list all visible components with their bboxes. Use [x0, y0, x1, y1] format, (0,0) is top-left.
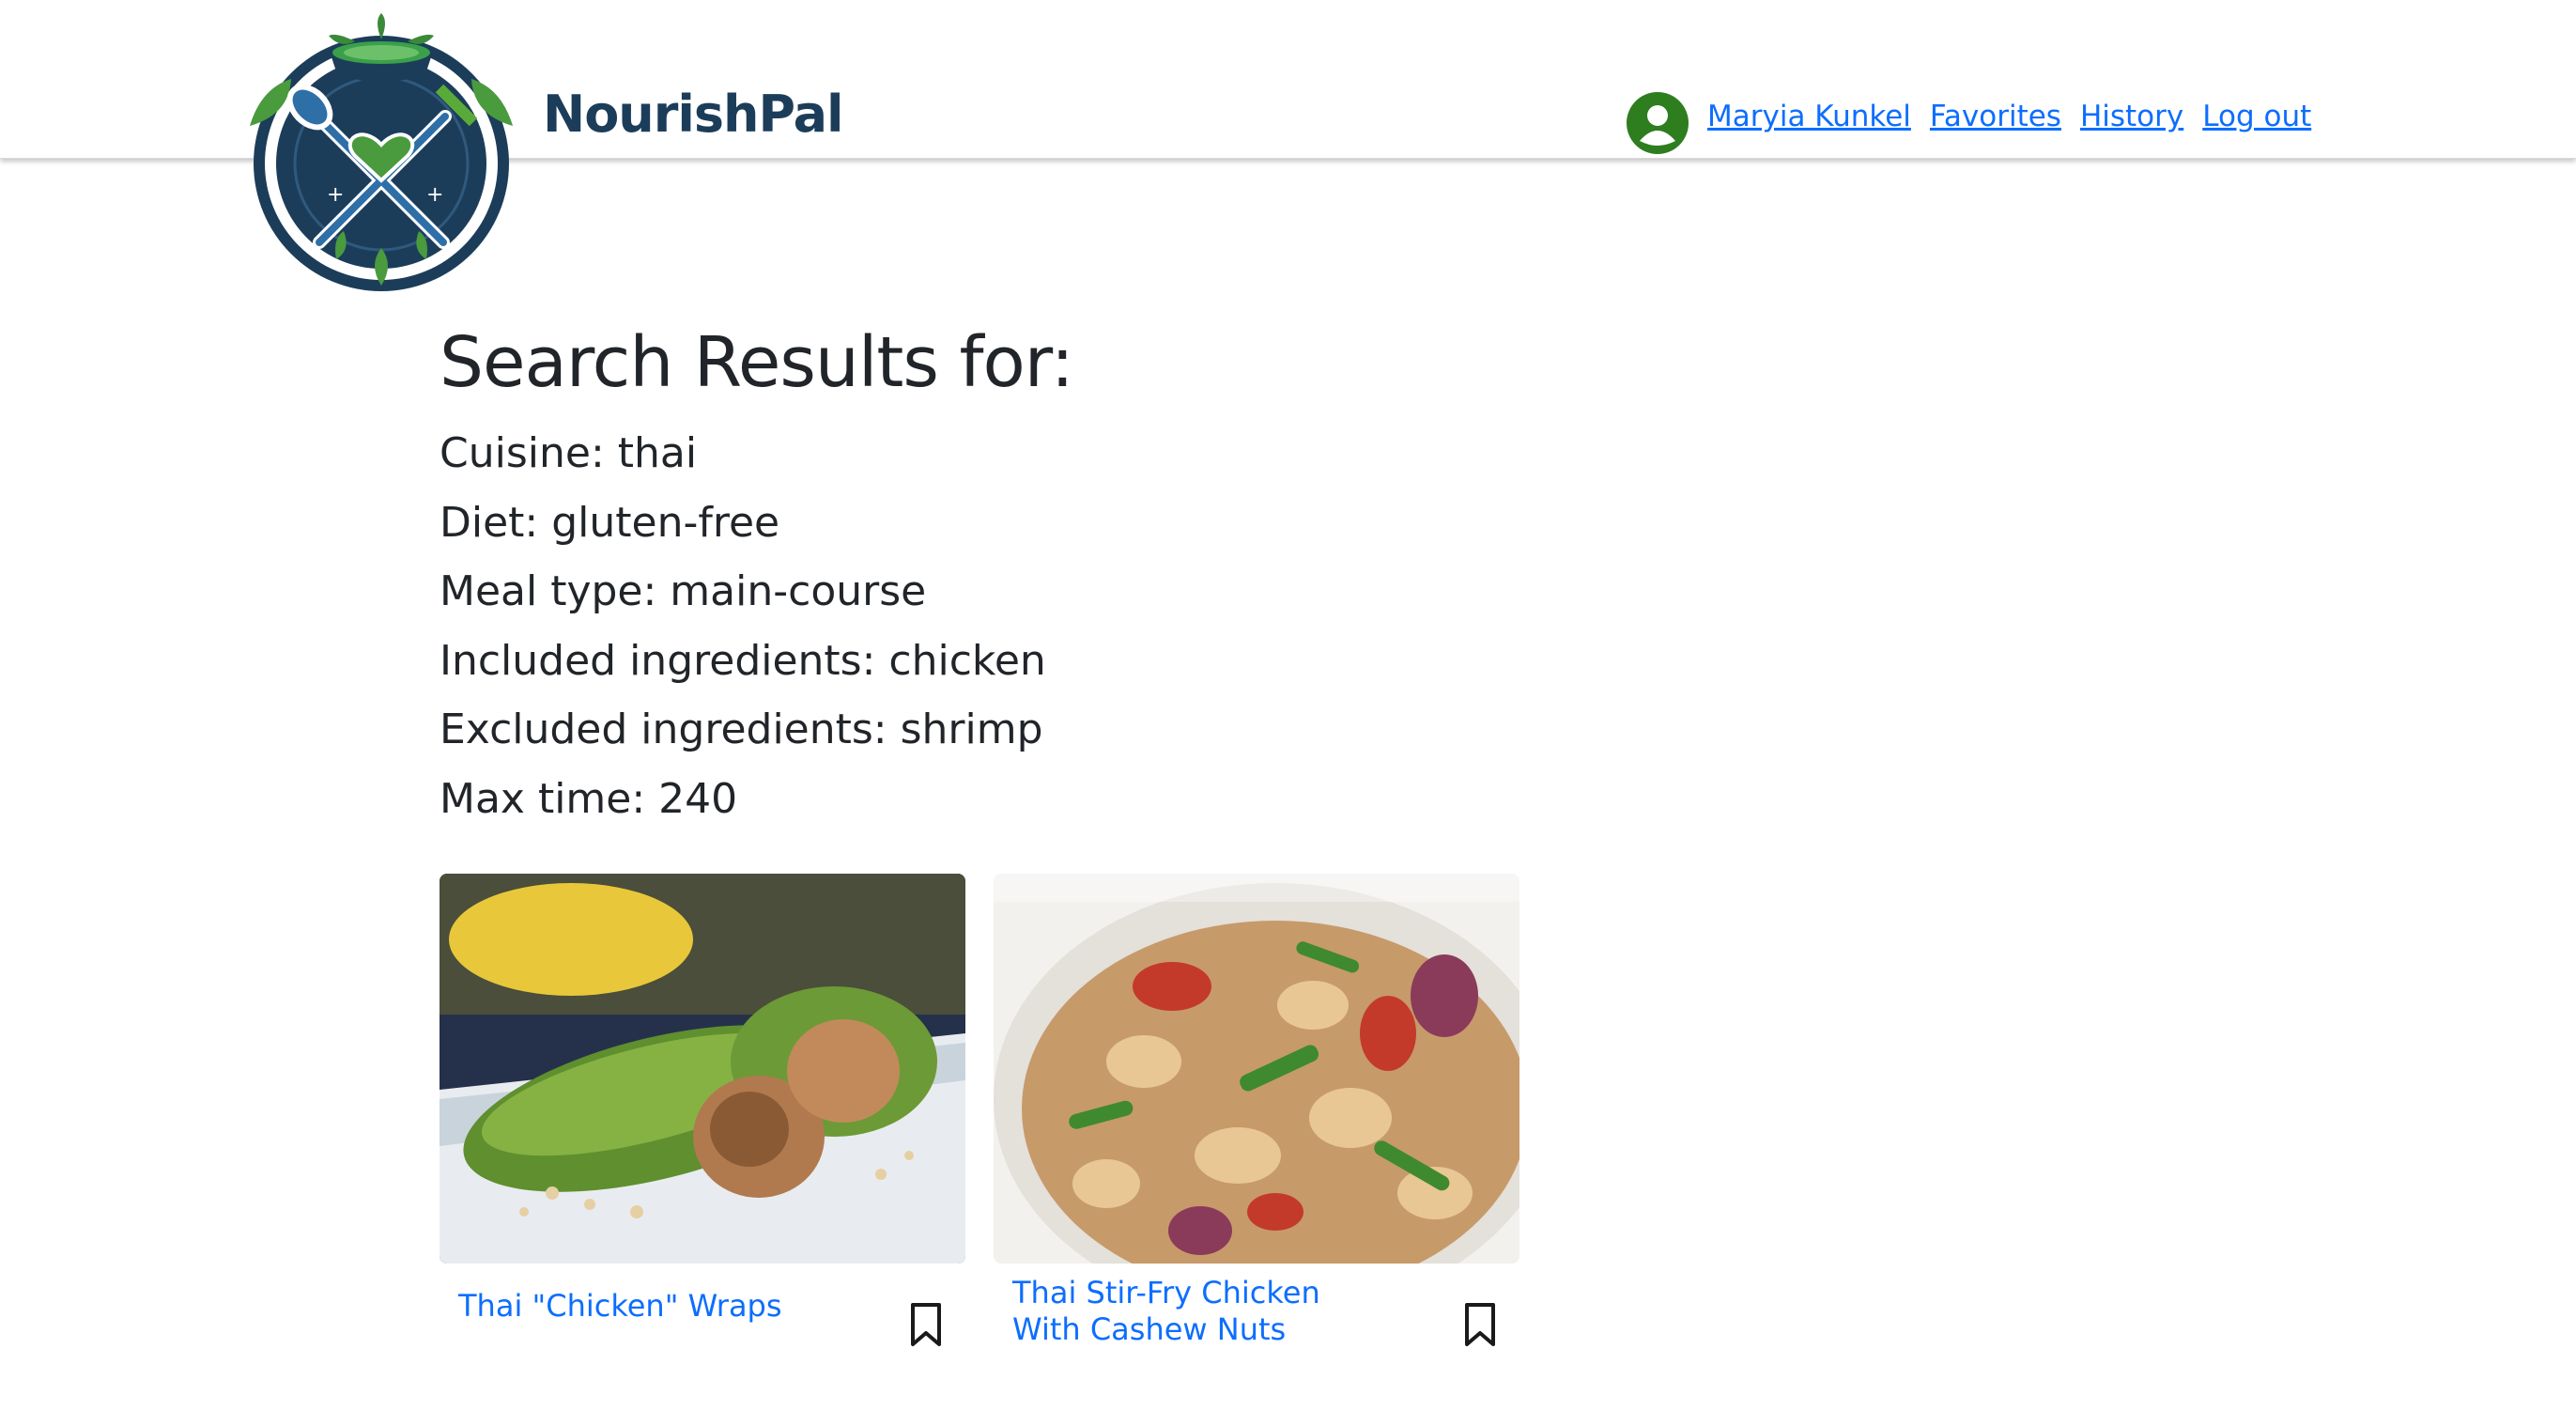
recipe-title-link[interactable]: Thai Stir-Fry Chicken With Cashew Nuts: [1012, 1275, 1350, 1348]
logout-link[interactable]: Log out: [2202, 100, 2311, 133]
favorites-link[interactable]: Favorites: [1930, 100, 2061, 133]
recipe-image-stir-fry-chicken[interactable]: [994, 874, 1519, 1264]
user-profile-link[interactable]: Maryia Kunkel: [1707, 100, 1911, 133]
page-title: Search Results for:: [440, 322, 1074, 403]
criteria-max-time: Max time: 240: [440, 774, 738, 823]
bookmark-icon[interactable]: [1459, 1301, 1501, 1348]
recipe-card-footer: Thai "Chicken" Wraps: [440, 1264, 965, 1367]
criteria-excluded-ingredients: Excluded ingredients: shrimp: [440, 706, 1043, 753]
bookmark-icon[interactable]: [905, 1301, 947, 1348]
user-menu: Maryia Kunkel Favorites History Log out: [1627, 90, 2330, 156]
criteria-cuisine: Cuisine: thai: [440, 429, 698, 477]
criteria-included-ingredients: Included ingredients: chicken: [440, 636, 1046, 685]
user-avatar-icon: [1627, 92, 1689, 154]
recipe-title-link[interactable]: Thai "Chicken" Wraps: [458, 1288, 834, 1325]
results-list: Thai "Chicken" Wraps Thai Stir-Fry Chick…: [440, 874, 1548, 1367]
recipe-card: Thai Stir-Fry Chicken With Cashew Nuts: [994, 874, 1519, 1367]
criteria-meal-type: Meal type: main-course: [440, 567, 927, 615]
recipe-card: Thai "Chicken" Wraps: [440, 874, 965, 1367]
criteria-diet: Diet: gluten-free: [440, 498, 780, 547]
recipe-image-chicken-wraps[interactable]: [440, 874, 965, 1264]
svg-text:+: +: [426, 183, 443, 207]
recipe-card-footer: Thai Stir-Fry Chicken With Cashew Nuts: [994, 1264, 1519, 1367]
search-summary: Search Results for: Cuisine: thai Diet: …: [440, 318, 2036, 833]
nourishpal-logo[interactable]: + +: [242, 13, 520, 295]
history-link[interactable]: History: [2080, 100, 2183, 133]
brand-name[interactable]: NourishPal: [543, 85, 844, 144]
svg-text:+: +: [327, 183, 344, 207]
